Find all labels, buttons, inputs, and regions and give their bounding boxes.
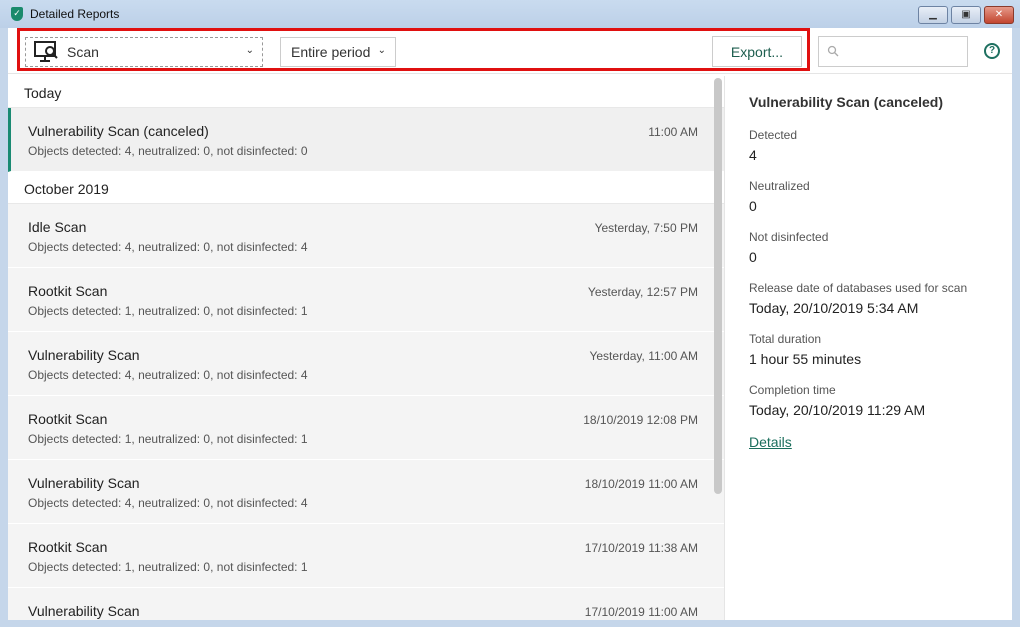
list-item[interactable]: Rootkit Scan Objects detected: 1, neutra… xyxy=(8,268,724,332)
list-item[interactable]: Vulnerability Scan 17/10/2019 11:00 AM xyxy=(8,588,724,620)
field-label: Completion time xyxy=(749,383,836,397)
detail-field: Not disinfected 0 xyxy=(749,230,988,265)
field-label: Not disinfected xyxy=(749,230,829,244)
item-description: Objects detected: 4, neutralized: 0, not… xyxy=(28,240,308,254)
list-item[interactable]: Idle Scan Objects detected: 4, neutraliz… xyxy=(8,204,724,268)
list-item[interactable]: Vulnerability Scan Objects detected: 4, … xyxy=(8,460,724,524)
window-title: Detailed Reports xyxy=(30,7,120,21)
help-icon[interactable]: ? xyxy=(984,43,1000,59)
period-value: Entire period xyxy=(291,44,371,60)
list-item[interactable]: Vulnerability Scan (canceled) Objects de… xyxy=(8,108,724,172)
item-time: 17/10/2019 11:00 AM xyxy=(584,605,698,619)
group-header: Today xyxy=(8,76,724,108)
detail-field: Detected 4 xyxy=(749,128,988,163)
field-value: Today, 20/10/2019 11:29 AM xyxy=(749,402,926,418)
detail-field: Completion time Today, 20/10/2019 11:29 A… xyxy=(749,383,988,418)
detail-field: Release date of databases used for scan T… xyxy=(749,281,988,316)
app-shield-icon: ✓ xyxy=(11,7,23,21)
search-icon xyxy=(827,45,839,57)
list-item[interactable]: Rootkit Scan Objects detected: 1, neutra… xyxy=(8,396,724,460)
item-description: Objects detected: 1, neutralized: 0, not… xyxy=(28,304,308,318)
item-name: Vulnerability Scan (canceled) xyxy=(28,123,209,139)
scrollbar-thumb[interactable] xyxy=(714,78,722,494)
item-description: Objects detected: 4, neutralized: 0, not… xyxy=(28,144,308,158)
field-label: Release date of databases used for scan xyxy=(749,281,968,295)
report-type-value: Scan xyxy=(67,44,99,60)
chevron-down-icon: ⌄ xyxy=(245,45,254,56)
item-time: 17/10/2019 11:38 AM xyxy=(584,541,698,555)
field-value: 0 xyxy=(749,249,757,265)
item-time: 18/10/2019 12:08 PM xyxy=(583,413,698,427)
item-description: Objects detected: 4, neutralized: 0, not… xyxy=(28,368,308,382)
client-area: Scan ⌄ Entire period ⌄ Export... ? Today… xyxy=(8,28,1012,620)
field-label: Total duration xyxy=(749,332,822,346)
report-list: Today Vulnerability Scan (canceled) Obje… xyxy=(8,76,724,620)
field-value: 1 hour 55 minutes xyxy=(749,351,862,367)
item-description: Objects detected: 1, neutralized: 0, not… xyxy=(28,560,308,574)
detail-field: Neutralized 0 xyxy=(749,179,988,214)
item-time: Yesterday, 11:00 AM xyxy=(589,349,698,363)
field-value: Today, 20/10/2019 5:34 AM xyxy=(749,300,919,316)
period-select[interactable]: Entire period ⌄ xyxy=(280,37,396,67)
minimize-button[interactable]: ▁ xyxy=(918,6,948,24)
search-input[interactable] xyxy=(818,36,968,67)
list-item[interactable]: Rootkit Scan Objects detected: 1, neutra… xyxy=(8,524,724,588)
item-time: 11:00 AM xyxy=(648,125,698,139)
maximize-button[interactable]: ▣ xyxy=(951,6,981,24)
report-type-select[interactable]: Scan ⌄ xyxy=(25,37,263,67)
item-time: Yesterday, 12:57 PM xyxy=(587,285,698,299)
detail-title: Vulnerability Scan (canceled) xyxy=(749,94,943,110)
field-value: 4 xyxy=(749,147,757,163)
detail-panel: Vulnerability Scan (canceled) Detected 4 N… xyxy=(724,76,1012,620)
list-item[interactable]: Vulnerability Scan Objects detected: 4, … xyxy=(8,332,724,396)
details-link[interactable]: Details xyxy=(749,434,792,450)
field-label: Detected xyxy=(749,128,798,142)
item-description: Objects detected: 4, neutralized: 0, not… xyxy=(28,496,308,510)
export-button[interactable]: Export... xyxy=(712,36,802,67)
field-label: Neutralized xyxy=(749,179,810,193)
item-time: 18/10/2019 11:00 AM xyxy=(584,477,698,491)
group-header: October 2019 xyxy=(8,172,724,204)
close-button[interactable]: ✕ xyxy=(984,6,1014,24)
detail-field: Total duration 1 hour 55 minutes xyxy=(749,332,988,367)
field-value: 0 xyxy=(749,198,757,214)
item-time: Yesterday, 7:50 PM xyxy=(594,221,698,235)
item-description: Objects detected: 1, neutralized: 0, not… xyxy=(28,432,308,446)
toolbar: Scan ⌄ Entire period ⌄ Export... ? xyxy=(8,28,1012,74)
monitor-scan-icon xyxy=(34,41,58,62)
chevron-down-icon: ⌄ xyxy=(377,45,386,56)
title-bar: ✓ Detailed Reports ▁ ▣ ✕ xyxy=(0,0,1020,28)
